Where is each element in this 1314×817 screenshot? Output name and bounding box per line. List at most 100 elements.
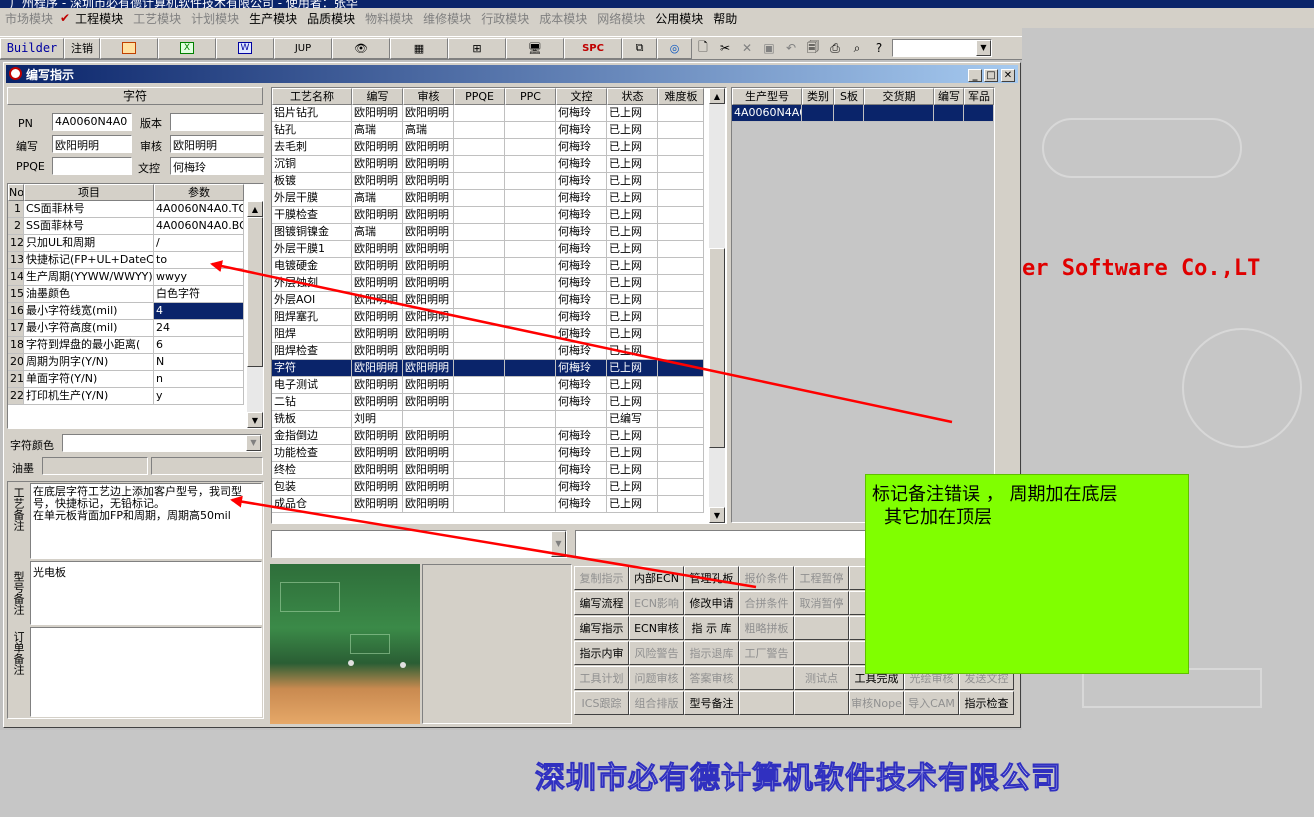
params-row[interactable]: 13 快捷标记(FP+UL+DateCo to [8,252,244,269]
action-button[interactable]: 工具计划 [574,666,629,690]
process-row[interactable]: 沉铜 欧阳明明 欧阳明明 何梅玲 已上网 [272,156,704,173]
ink-field-1[interactable] [42,457,148,475]
action-button[interactable]: ICS跟踪 [574,691,629,715]
action-button[interactable]: 答案审核 [684,666,739,690]
action-button[interactable]: 型号备注 [684,691,739,715]
version-field[interactable] [170,113,264,131]
help-icon[interactable]: ? [868,38,890,59]
process-header[interactable]: PPQE [454,88,505,105]
process-row[interactable]: 阻焊塞孔 欧阳明明 欧阳明明 何梅玲 已上网 [272,309,704,326]
params-row[interactable]: 2 SS面菲林号 4A0060N4A0.BO [8,218,244,235]
action-button[interactable] [794,641,849,665]
chevron-down-icon[interactable]: ▼ [551,531,566,557]
action-button[interactable]: 内部ECN [629,566,684,590]
params-header[interactable]: 参数 [154,184,244,201]
model-header[interactable]: 编写 [934,88,964,105]
action-button[interactable]: 复制指示 [574,566,629,590]
model-header[interactable]: 交货期 [864,88,934,105]
action-button[interactable]: 报价条件 [739,566,794,590]
action-button[interactable] [794,691,849,715]
process-row[interactable]: 铣板 刘明 已编写 [272,411,704,428]
params-row[interactable]: 15 油墨颜色 白色字符 [8,286,244,303]
process-row[interactable]: 外层蚀刻 欧阳明明 欧阳明明 何梅玲 已上网 [272,275,704,292]
model-header[interactable]: 生产型号 [732,88,802,105]
toolbar-combo[interactable]: ▼ [892,39,992,57]
process-scrollbar[interactable]: ▲ ▼ [709,88,725,523]
print-preview-icon[interactable]: 🗐 [802,38,824,59]
process-row[interactable]: 干膜检查 欧阳明明 欧阳明明 何梅玲 已上网 [272,207,704,224]
chevron-down-icon[interactable]: ▼ [976,40,991,56]
window-title-bar[interactable]: 编写指示 _ □ ✕ [6,65,1018,83]
action-button[interactable]: 修改申请 [684,591,739,615]
params-row[interactable]: 12 只加UL和周期 / [8,235,244,252]
network-icon[interactable]: ⊞ [448,37,506,59]
action-button[interactable]: 测试点 [794,666,849,690]
params-row[interactable]: 16 最小字符线宽(mil) 4 [8,303,244,320]
process-row[interactable]: 包装 欧阳明明 欧阳明明 何梅玲 已上网 [272,479,704,496]
maximize-icon[interactable]: □ [984,69,998,82]
menu-item[interactable]: 物料模块 [360,10,418,27]
action-button[interactable] [739,691,794,715]
action-button[interactable]: 问题审核 [629,666,684,690]
menu-item[interactable]: 网络模块 [592,10,650,27]
find-icon[interactable]: ⌕ [846,38,868,59]
process-row[interactable]: 字符 欧阳明明 欧阳明明 何梅玲 已上网 [272,360,704,377]
action-button[interactable]: 工厂警告 [739,641,794,665]
process-combo[interactable]: ▼ [271,530,567,558]
process-header[interactable]: 文控 [556,88,607,105]
menu-item[interactable]: 生产模块 [244,10,302,27]
char-color-select[interactable]: ▼ [62,434,262,452]
writer-field[interactable]: 欧阳明明 [52,135,132,153]
menu-item[interactable]: 市场模块 [0,10,58,27]
process-header[interactable]: 状态 [607,88,658,105]
logout-button[interactable]: 注销 [64,37,100,59]
scroll-up-icon[interactable]: ▲ [709,88,725,104]
builder-button[interactable]: Builder [0,37,64,59]
process-row[interactable]: 功能检查 欧阳明明 欧阳明明 何梅玲 已上网 [272,445,704,462]
scroll-up-icon[interactable]: ▲ [247,201,263,217]
new-file-icon[interactable]: 🗋 [692,38,714,59]
pn-field[interactable]: 4A0060N4A0 [52,113,132,131]
save-icon[interactable]: ▣ [758,38,780,59]
params-row[interactable]: 1 CS面菲林号 4A0060N4A0.TO [8,201,244,218]
process-row[interactable]: 阻焊检查 欧阳明明 欧阳明明 何梅玲 已上网 [272,343,704,360]
package-icon[interactable]: ⧉ [622,37,657,59]
params-scrollbar[interactable]: ▲ ▼ [247,201,263,428]
undo-icon[interactable]: ↶ [780,38,802,59]
model-note-text[interactable]: 光电板 [30,561,262,625]
chevron-down-icon[interactable]: ▼ [246,435,261,451]
action-button[interactable]: 指示退库 [684,641,739,665]
menu-item[interactable]: 维修模块 [418,10,476,27]
params-row[interactable]: 18 字符到焊盘的最小距离(6 [8,337,244,354]
cut-icon[interactable]: ✂ [714,38,736,59]
model-header[interactable]: 类别 [802,88,834,105]
action-button[interactable]: 风险警告 [629,641,684,665]
action-button[interactable]: 编写流程 [574,591,629,615]
presentation-icon[interactable] [100,37,158,59]
params-header[interactable]: 项目 [24,184,154,201]
jup-button[interactable]: JUP [274,37,332,59]
action-button[interactable]: 工程暂停 [794,566,849,590]
action-button[interactable] [739,666,794,690]
scroll-thumb[interactable] [709,248,725,448]
params-header[interactable]: No [8,184,24,201]
process-header[interactable]: 审核 [403,88,454,105]
scroll-down-icon[interactable]: ▼ [709,507,725,523]
process-header[interactable]: PPC [505,88,556,105]
process-row[interactable]: 成品仓 欧阳明明 欧阳明明 何梅玲 已上网 [272,496,704,513]
delete-icon[interactable]: ✕ [736,38,758,59]
process-header[interactable]: 难度板 [658,88,704,105]
process-row[interactable]: 图镀铜镍金 高瑞 欧阳明明 何梅玲 已上网 [272,224,704,241]
action-button[interactable] [794,616,849,640]
params-row[interactable]: 17 最小字符高度(mil) 24 [8,320,244,337]
model-header[interactable]: 军品 [964,88,994,105]
action-button[interactable]: 指示内审 [574,641,629,665]
process-note-text[interactable]: 在底层字符工艺边上添加客户型号，我司型号，快捷标记，无铅标记。 在单元板背面加F… [30,483,262,559]
process-row[interactable]: 终检 欧阳明明 欧阳明明 何梅玲 已上网 [272,462,704,479]
excel-icon[interactable]: X [158,37,216,59]
ppqe-field[interactable] [52,157,132,175]
menu-item[interactable]: 行政模块 [476,10,534,27]
model-row[interactable]: 4A0060N4A0 [732,105,994,122]
process-row[interactable]: 板镀 欧阳明明 欧阳明明 何梅玲 已上网 [272,173,704,190]
params-row[interactable]: 21 单面字符(Y/N) n [8,371,244,388]
